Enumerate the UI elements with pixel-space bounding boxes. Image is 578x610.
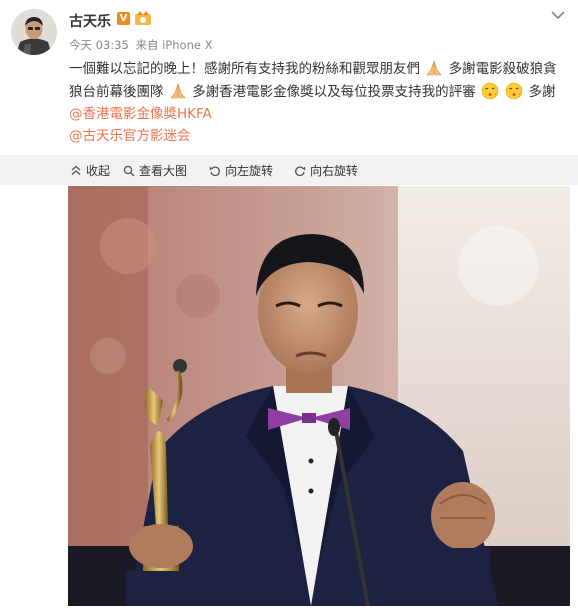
- kiss-face-emoji-icon: [505, 82, 523, 100]
- post-text-segment: 多謝: [528, 84, 556, 100]
- kiss-face-emoji-icon: [481, 82, 499, 100]
- rotate-right-label: 向右旋转: [310, 164, 359, 178]
- award-photo-image: [68, 186, 570, 607]
- folded-hands-emoji-icon: [170, 83, 186, 99]
- rotate-left-label: 向左旋转: [225, 164, 274, 178]
- post-source[interactable]: 来自 iPhone X: [135, 38, 212, 52]
- rotate-left-button[interactable]: 向左旋转: [209, 162, 273, 179]
- user-avatar[interactable]: [11, 9, 57, 55]
- collapse-label: 收起: [86, 164, 111, 178]
- rotate-left-icon: [209, 165, 220, 176]
- post-text-segment: 多謝電影殺破狼貪: [448, 61, 557, 77]
- post-text-segment: 狼台前幕後團隊: [69, 84, 164, 100]
- author-name[interactable]: 古天乐: [69, 11, 111, 31]
- avatar-image: [11, 9, 57, 55]
- mention-link-hkfa[interactable]: @香港電影金像獎HKFA: [69, 103, 575, 125]
- chevron-down-icon[interactable]: [550, 9, 566, 21]
- collapse-icon: [71, 165, 81, 175]
- view-large-button[interactable]: 查看大图: [123, 162, 187, 179]
- post-meta: 今天 03:35 来自 iPhone X: [69, 37, 215, 53]
- post-text-segment: 一個難以忘記的晚上！感謝所有支持我的粉絲和觀眾朋友們: [69, 61, 420, 77]
- post-text-line-1: 一個難以忘記的晚上！感謝所有支持我的粉絲和觀眾朋友們 多謝電影殺破狼貪: [69, 57, 575, 80]
- post-body: 一個難以忘記的晚上！感謝所有支持我的粉絲和觀眾朋友們 多謝電影殺破狼貪 狼台前幕…: [69, 57, 575, 147]
- folded-hands-emoji-icon: [426, 60, 442, 76]
- post-time[interactable]: 今天 03:35: [69, 38, 129, 52]
- post-photo[interactable]: [68, 186, 570, 607]
- fan-badge-icon[interactable]: [134, 11, 152, 26]
- view-large-label: 查看大图: [139, 164, 188, 178]
- verified-badge-icon: V: [117, 12, 130, 25]
- mention-link-fanclub[interactable]: @古天乐官方影迷会: [69, 125, 575, 147]
- magnifier-icon: [123, 165, 135, 176]
- post-text-segment: 多謝香港電影金像獎以及每位投票支持我的評審: [192, 84, 476, 100]
- image-toolbar: 收起 查看大图 向左旋转 向右旋转: [0, 155, 578, 185]
- collapse-button[interactable]: 收起: [70, 162, 110, 179]
- post-text-line-2: 狼台前幕後團隊 多謝香港電影金像獎以及每位投票支持我的評審 多謝: [69, 80, 575, 103]
- rotate-right-button[interactable]: 向右旋转: [294, 162, 358, 179]
- rotate-right-icon: [295, 165, 306, 176]
- post-header: 古天乐 V 今天 03:35 来自 iPhone X: [0, 0, 578, 62]
